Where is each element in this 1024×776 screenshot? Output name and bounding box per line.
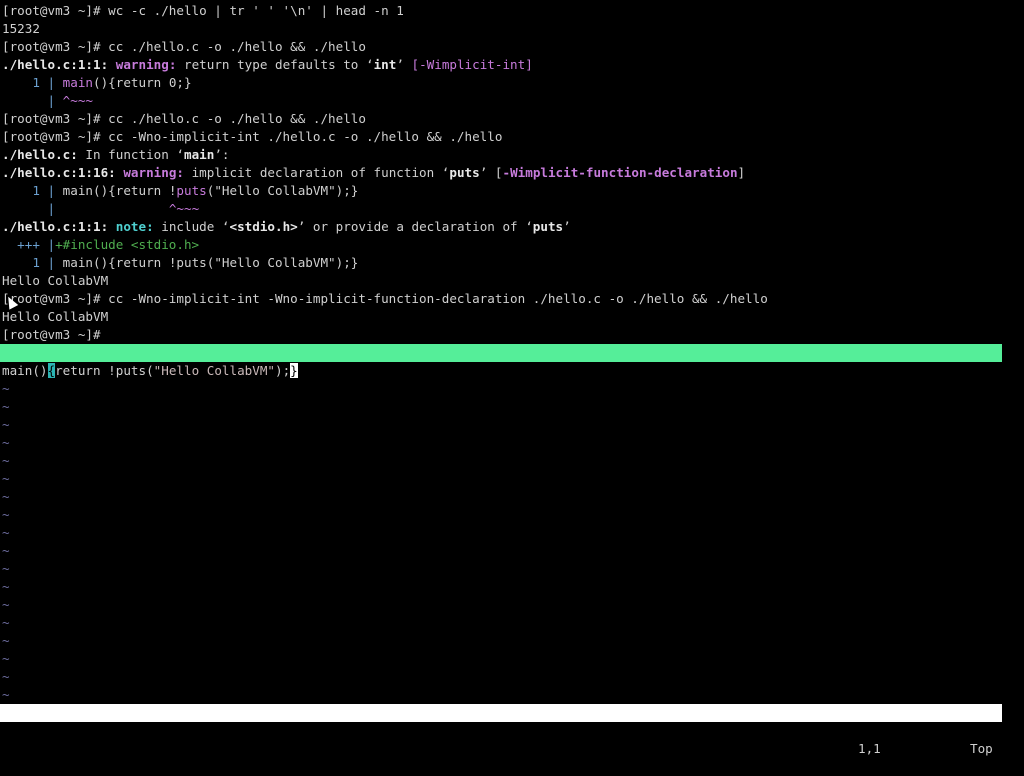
compiler-warning: ./hello.c:1:1: warning: return type defa… (2, 56, 533, 74)
vim-scroll-indicator: All (979, 759, 1002, 774)
diag-message: return type defaults to ‘ (176, 57, 374, 72)
ruler-scroll: Top (970, 741, 993, 756)
diag-caret: ^~~~ (168, 201, 200, 216)
diag-keyword: main (183, 147, 215, 162)
diag-source-line: 1 | main(){return 0;} (2, 74, 192, 92)
vim-tilde-marker: ~ (2, 525, 10, 540)
diag-message: ’ (396, 57, 412, 72)
gutter: +++ | (2, 237, 56, 252)
diag-keyword: int (373, 57, 397, 72)
tmux-status-bar: !/bin/bash [root@vm3:~] 1,1 Top (0, 344, 1002, 414)
vim-tilde-marker: ~ (2, 579, 10, 594)
diag-flag: [-Wimplicit-int] (411, 57, 533, 72)
ruler-position: 1,1 (858, 741, 881, 756)
diag-message: include ‘ (153, 219, 230, 234)
code-token: ); (275, 363, 291, 378)
warning-label: warning: (115, 57, 177, 72)
gutter: | (2, 201, 63, 216)
diag-message: ’ (479, 165, 495, 180)
code-token: main() (2, 363, 48, 378)
vim-tilde-marker: ~ (2, 651, 10, 666)
note-label: note: (115, 219, 154, 234)
diag-location: ./hello.c: (2, 147, 78, 162)
gutter: 1 | (2, 255, 63, 270)
vim-tilde-marker: ~ (2, 489, 10, 504)
vim-tilde-marker: ~ (2, 435, 10, 450)
terminal-line: [root@vm3 ~]# cc ./hello.c -o ./hello &&… (2, 111, 366, 126)
code-string: "Hello CollabVM" (153, 363, 275, 378)
vim-tilde-marker: ~ (2, 507, 10, 522)
tmux-cursor-position: 1,1 (858, 381, 881, 396)
gutter: 1 | (2, 183, 63, 198)
vim-tilde-marker: ~ (2, 669, 10, 684)
diag-message: ’ (563, 219, 571, 234)
terminal-line: 15232 (2, 21, 40, 36)
vim-tilde-marker: ~ (2, 417, 10, 432)
vim-file-name: ./hello.c (2, 723, 71, 738)
source-text: ("Hello CollabVM");} (206, 183, 359, 198)
diag-caret-line: | ^~~~ (2, 200, 199, 218)
warning-label: warning: (123, 165, 184, 180)
vim-tilde-marker: ~ (2, 381, 10, 396)
vim-code-line[interactable]: main(){return !puts("Hello CollabVM");} (2, 362, 298, 380)
terminal-line: [root@vm3 ~]# cc -Wno-implicit-int -Wno-… (2, 291, 768, 306)
matching-bracket: { (47, 363, 56, 378)
source-highlight: puts (176, 183, 207, 198)
diag-caret-line: | ^~~~ (2, 92, 93, 110)
vim-tilde-marker: ~ (2, 633, 10, 648)
compiler-note: ./hello.c:1:1: note: include ‘<stdio.h>’… (2, 218, 571, 236)
vim-tilde-marker: ~ (2, 453, 10, 468)
diag-caret: ^~~~ (62, 93, 94, 108)
source-text: main(){return ! (62, 183, 177, 198)
source-text: main(){return !puts("Hello CollabVM");} (62, 255, 359, 270)
diag-message: ’: (214, 147, 230, 162)
diag-flag: -Wimplicit-function-declaration (502, 165, 738, 180)
vim-status-line: ./hello.c 1,39 All (0, 704, 1002, 774)
diag-fixit-line: +++ |+#include <stdio.h> (2, 236, 199, 254)
diag-keyword: <stdio.h> (229, 219, 298, 234)
diag-flag-bracket: ] (737, 165, 746, 180)
diag-location: ./hello.c:1:1: (2, 219, 109, 234)
vim-tilde-marker: ~ (2, 543, 10, 558)
terminal-line: [root@vm3 ~]# wc -c ./hello | tr ' ' '\n… (2, 3, 404, 18)
compiler-warning: ./hello.c:1:16: warning: implicit declar… (2, 164, 745, 182)
terminal-line: Hello CollabVM (2, 309, 109, 324)
diag-in-function: ./hello.c: In function ‘main’: (2, 146, 230, 164)
diag-source-line: 1 | main(){return !puts("Hello CollabVM"… (2, 182, 358, 200)
terminal-line: [root@vm3 ~]# cc -Wno-implicit-int ./hel… (2, 129, 503, 144)
diag-location: ./hello.c:1:16: (2, 165, 116, 180)
code-token: return !puts( (55, 363, 154, 378)
vim-tilde-marker: ~ (2, 687, 10, 702)
caret-padding (63, 201, 169, 216)
gutter: 1 | (2, 75, 63, 90)
diag-keyword: puts (449, 165, 480, 180)
terminal-scrollbar[interactable] (1002, 0, 1024, 768)
vim-tilde-marker: ~ (2, 597, 10, 612)
diag-source-line: 1 | main(){return !puts("Hello CollabVM"… (2, 254, 358, 272)
source-text: (){return 0;} (93, 75, 192, 90)
tmux-scroll-indicator: Top (979, 399, 1002, 414)
terminal-line: [root@vm3 ~]# cc ./hello.c -o ./hello &&… (2, 39, 366, 54)
vim-tilde-marker: ~ (2, 471, 10, 486)
source-highlight: main (62, 75, 94, 90)
fixit-text: +#include <stdio.h> (55, 237, 200, 252)
terminal-line: Hello CollabVM (2, 273, 109, 288)
shell-prompt[interactable]: [root@vm3 ~]# (2, 326, 108, 344)
vim-tilde-marker: ~ (2, 561, 10, 576)
diag-keyword: puts (532, 219, 564, 234)
diag-message: ’ or provide a declaration of ‘ (297, 219, 533, 234)
diag-message: In function ‘ (77, 147, 184, 162)
vim-tilde-marker: ~ (2, 615, 10, 630)
gutter: | (2, 93, 63, 108)
diag-location: ./hello.c:1:1: (2, 57, 109, 72)
text-cursor: } (290, 363, 298, 378)
diag-message: implicit declaration of function ‘ (184, 165, 450, 180)
vim-tilde-marker: ~ (2, 399, 10, 414)
